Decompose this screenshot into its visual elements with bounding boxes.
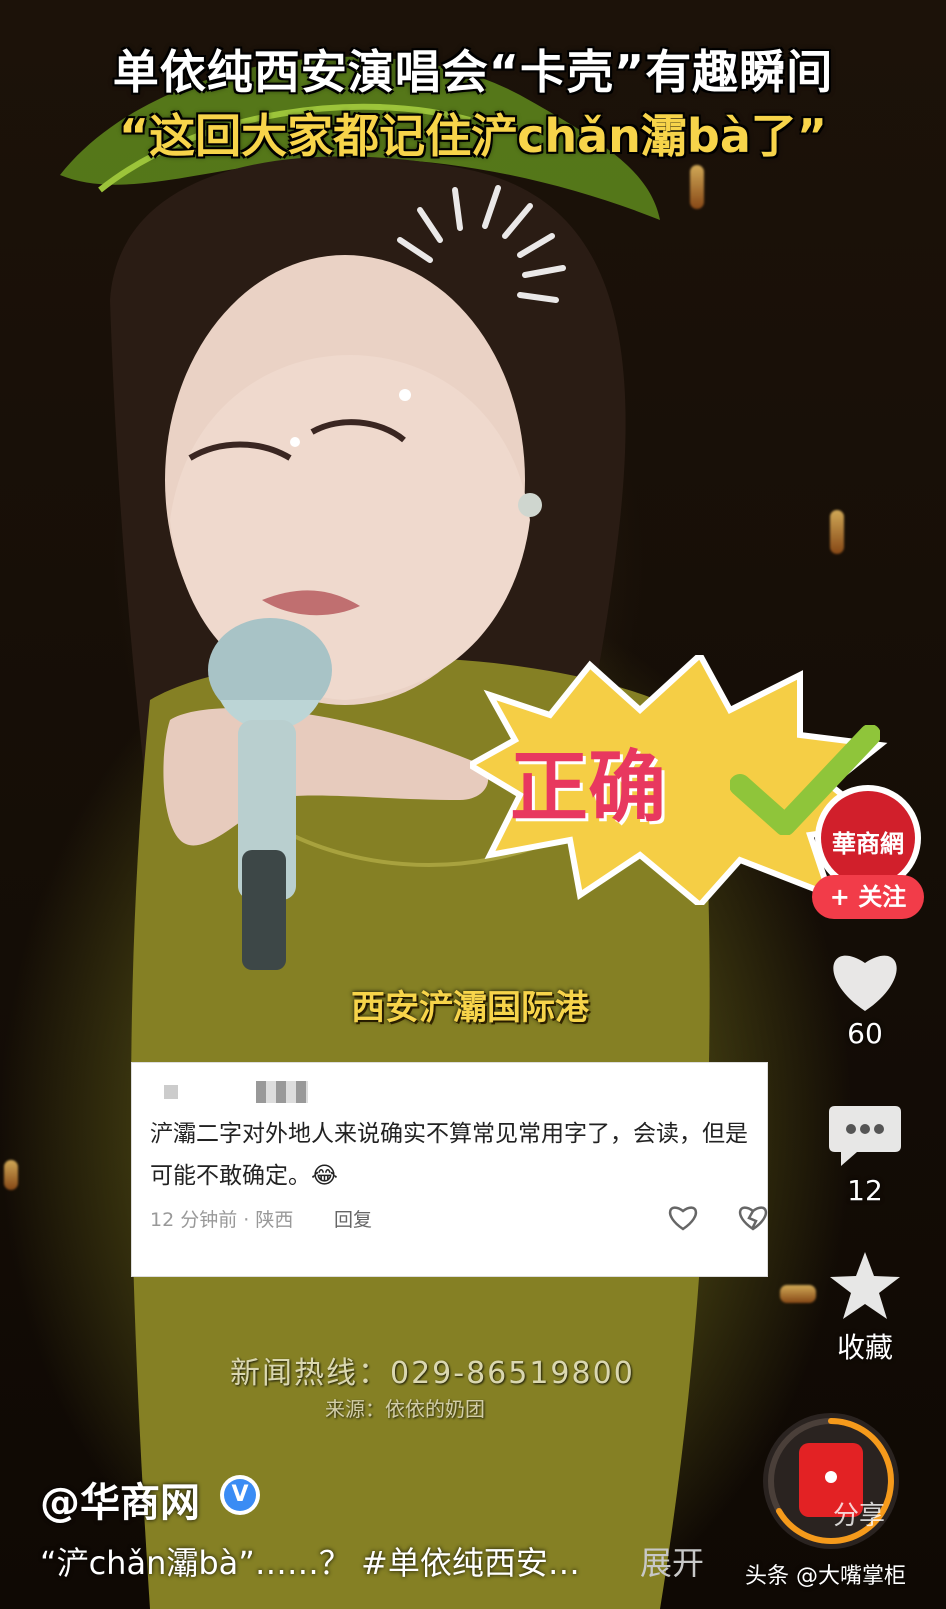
comment-count: 12: [847, 1174, 883, 1207]
video-caption: “浐chǎn灞bà”……？ #单依纯西安…: [40, 1544, 580, 1582]
news-hotline: 新闻热线：029-86519800: [230, 1356, 635, 1391]
verified-icon: V: [220, 1475, 260, 1515]
author-name[interactable]: @华商网: [40, 1470, 200, 1528]
comment-button[interactable]: 12: [815, 1100, 915, 1207]
video-frame[interactable]: 单依纯西安演唱会“卡壳”有趣瞬间 “这回大家都记住浐chǎn灞bà了” 正确 西…: [0, 0, 946, 1609]
avatar-logo-bg: 華商網: [821, 791, 915, 885]
username-blur: [256, 1081, 308, 1103]
favorite-button[interactable]: 收藏: [815, 1250, 915, 1366]
heart-icon: [833, 955, 897, 1011]
like-icon: [669, 1206, 697, 1231]
comment-meta: 12 分钟前 · 陕西: [150, 1209, 294, 1231]
video-title-line1: 单依纯西安演唱会“卡壳”有趣瞬间: [112, 45, 834, 99]
location-caption: 西安浐灞国际港: [351, 988, 589, 1028]
like-count: 60: [847, 1017, 883, 1050]
favorite-label: 收藏: [836, 1331, 893, 1364]
comment-text: 浐灞二字对外地人来说确实不算常见常用字了，会读，但是可能不敢确定。😂: [150, 1121, 748, 1189]
avatar-logo-text: 華商網: [832, 829, 904, 858]
correct-badge-text: 正确: [510, 743, 667, 833]
expand-caption-button[interactable]: 展开: [640, 1538, 704, 1584]
comment-icon: [829, 1106, 901, 1166]
comment-reply-button: 回复: [334, 1209, 373, 1231]
video-title-line2: “这回大家都记住浐chǎn灞bà了”: [118, 109, 828, 163]
dislike-icon: [739, 1206, 767, 1231]
comment-username-blurred: [154, 1081, 314, 1103]
avatar-blur: [164, 1085, 178, 1099]
watermark-tag: 头条 @大嘴掌柜: [745, 1564, 906, 1589]
comment-card: 浐灞二字对外地人来说确实不算常见常用字了，会读，但是可能不敢确定。😂 12 分钟…: [132, 1063, 767, 1276]
video-source: 来源：依依的奶团: [325, 1397, 485, 1421]
star-icon: [830, 1252, 900, 1319]
like-button[interactable]: 60: [815, 945, 915, 1050]
red-packet-dot: [825, 1471, 837, 1483]
share-label[interactable]: 分享: [833, 1495, 885, 1532]
verified-badge: V: [224, 1479, 256, 1511]
follow-button[interactable]: + 关注: [812, 875, 924, 919]
